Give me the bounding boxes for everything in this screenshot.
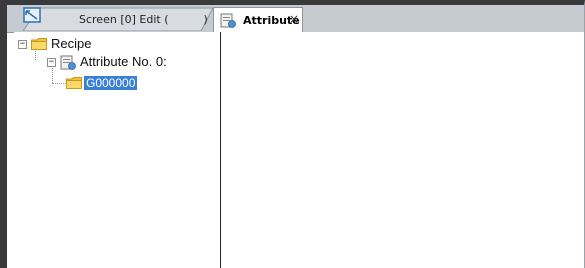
collapse-icon[interactable]: −: [47, 58, 56, 67]
tree-node-recipe[interactable]: − Recipe: [14, 36, 214, 52]
folder-icon: [66, 77, 82, 89]
tab-attribute[interactable]: Attribute ×: [213, 7, 303, 33]
tab-screen-edit-label: Screen [0] Edit ( ): [79, 13, 208, 26]
attribute-icon: [220, 13, 236, 28]
recipe-tree: − Recipe − Attribute No. 0: G000000: [14, 32, 220, 268]
tree-node-label-selected: G000000: [84, 76, 138, 90]
close-icon[interactable]: ×: [289, 12, 299, 26]
folder-icon: [31, 38, 47, 50]
tab-screen-edit[interactable]: Screen [0] Edit ( ): [23, 7, 219, 31]
tree-node-label: Attribute No. 0:: [80, 54, 167, 69]
tab-bar: Screen [0] Edit ( ) Attribute ×: [7, 5, 584, 33]
attribute-editor-area[interactable]: [221, 32, 584, 268]
attribute-icon: [60, 55, 76, 70]
tree-pane: − Recipe − Attribute No. 0: G000000: [14, 32, 222, 268]
tree-node-g000000[interactable]: G000000: [14, 75, 214, 91]
screen-edit-icon: [23, 7, 41, 23]
collapse-icon[interactable]: −: [18, 40, 27, 49]
tree-node-attribute[interactable]: − Attribute No. 0:: [14, 54, 214, 70]
tree-node-label: Recipe: [51, 36, 92, 51]
